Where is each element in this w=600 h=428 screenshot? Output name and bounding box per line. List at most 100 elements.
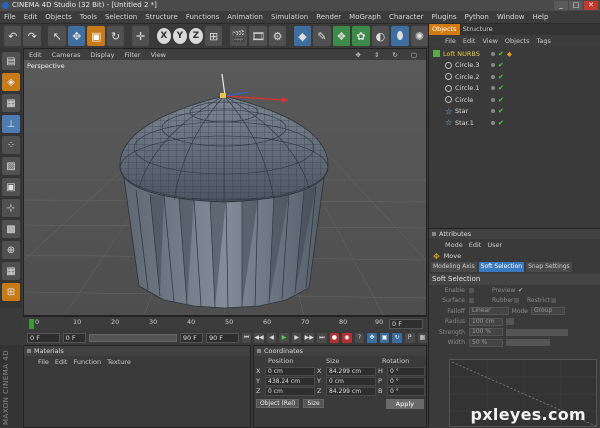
scale-key-icon[interactable]: ▣ bbox=[379, 333, 390, 343]
menu-selection[interactable]: Selection bbox=[101, 13, 141, 21]
zoom-icon[interactable]: ⇕ bbox=[369, 51, 384, 59]
next-frame-icon[interactable]: ▶ bbox=[291, 333, 302, 343]
size-x-field[interactable]: 84.299 cm bbox=[326, 366, 376, 376]
play-icon[interactable]: ▶ bbox=[279, 333, 289, 343]
viewport-menu-view[interactable]: View bbox=[146, 51, 171, 59]
tab-objects[interactable]: Objects bbox=[429, 24, 460, 35]
position-y-field[interactable]: 438.24 cm bbox=[265, 376, 315, 386]
tab-structure[interactable]: Structure bbox=[460, 24, 496, 35]
points-mode-icon[interactable]: ⁘ bbox=[2, 136, 20, 154]
cube-icon[interactable]: ◆ bbox=[293, 26, 312, 46]
visibility-dot[interactable] bbox=[491, 74, 495, 79]
position-key-icon[interactable]: ✥ bbox=[367, 333, 377, 343]
size-z-field[interactable]: 84.299 cm bbox=[326, 386, 376, 396]
size-y-field[interactable]: 0 cm bbox=[326, 376, 376, 386]
enabled-check[interactable]: ✔ bbox=[498, 96, 504, 104]
mode-select[interactable]: Group bbox=[531, 307, 565, 316]
polygons-mode-icon[interactable]: ▣ bbox=[2, 178, 20, 196]
edges-mode-icon[interactable]: ▨ bbox=[2, 157, 20, 175]
menu-tools[interactable]: Tools bbox=[76, 13, 101, 21]
tab-snap-settings[interactable]: Snap Settings bbox=[526, 262, 572, 272]
tweak-icon[interactable]: ▩ bbox=[2, 220, 20, 238]
viewport-menu-filter[interactable]: Filter bbox=[119, 51, 145, 59]
objects-menu-objects[interactable]: Objects bbox=[505, 37, 530, 45]
menu-plugins[interactable]: Plugins bbox=[428, 13, 461, 21]
start-frame-field[interactable]: 0 F bbox=[27, 333, 60, 343]
scale-icon[interactable]: ▣ bbox=[87, 26, 105, 46]
width-slider[interactable] bbox=[506, 339, 550, 347]
menu-edit[interactable]: Edit bbox=[20, 13, 42, 21]
materials-menu-texture[interactable]: Texture bbox=[107, 358, 131, 366]
apply-button[interactable]: Apply bbox=[385, 399, 424, 409]
rotation-key-icon[interactable]: ↻ bbox=[392, 333, 402, 343]
materials-menu-file[interactable]: File bbox=[38, 358, 49, 366]
model-mode-icon[interactable]: ◈ bbox=[2, 73, 20, 91]
undo-icon[interactable]: ↶ bbox=[4, 26, 22, 46]
rubber-checkbox[interactable] bbox=[514, 298, 519, 304]
object-row-loft-nurbs[interactable]: Loft NURBS ✔ ◆ bbox=[429, 48, 600, 60]
menu-animation[interactable]: Animation bbox=[223, 13, 267, 21]
spline-pen-icon[interactable]: ✎ bbox=[313, 26, 331, 46]
position-x-field[interactable]: 0 cm bbox=[265, 366, 315, 376]
object-row-circle-3[interactable]: Circle.3 ✔ bbox=[429, 60, 600, 72]
viewport-menu-edit[interactable]: Edit bbox=[24, 51, 47, 59]
current-frame-input[interactable]: 0 F bbox=[62, 333, 86, 343]
object-row-circle[interactable]: Circle ✔ bbox=[429, 94, 600, 106]
enabled-check[interactable]: ✔ bbox=[498, 119, 504, 127]
timeline-menu-icon[interactable]: ▦ bbox=[417, 333, 428, 343]
render-settings-icon[interactable]: ⚙ bbox=[268, 26, 287, 46]
strength-slider[interactable] bbox=[506, 328, 568, 336]
attributes-menu-edit[interactable]: Edit bbox=[469, 241, 482, 249]
live-selection-icon[interactable]: ↖ bbox=[48, 26, 66, 46]
tab-soft-selection[interactable]: Soft Selection bbox=[478, 262, 525, 272]
menu-file[interactable]: File bbox=[0, 13, 20, 21]
size-mode-select[interactable]: Size bbox=[303, 399, 324, 408]
materials-menu-function[interactable]: Function bbox=[73, 358, 101, 366]
objects-menu-tags[interactable]: Tags bbox=[536, 37, 550, 45]
rotation-p-field[interactable]: 0 ° bbox=[387, 376, 425, 386]
autokey-icon[interactable]: ◉ bbox=[342, 333, 352, 343]
attributes-menu-user[interactable]: User bbox=[487, 241, 502, 249]
z-axis-icon[interactable]: Z bbox=[188, 28, 203, 44]
menu-simulation[interactable]: Simulation bbox=[267, 13, 312, 21]
max-frame-field[interactable]: 90 F bbox=[205, 333, 239, 343]
menu-python[interactable]: Python bbox=[461, 13, 493, 21]
move-icon[interactable]: ✥ bbox=[67, 26, 86, 46]
viewport-menu-display[interactable]: Display bbox=[86, 51, 120, 59]
next-key-icon[interactable]: ▶▶ bbox=[304, 333, 314, 343]
pan-icon[interactable]: ✥ bbox=[350, 51, 365, 59]
scene-icon[interactable]: ⬮ bbox=[391, 26, 409, 46]
add-tool-icon[interactable]: ✛ bbox=[131, 26, 150, 46]
menu-render[interactable]: Render bbox=[312, 13, 345, 21]
record-icon[interactable]: ● bbox=[329, 333, 340, 343]
end-frame-field[interactable]: 90 F bbox=[179, 333, 203, 343]
object-row-circle-1[interactable]: Circle.1 ✔ bbox=[429, 83, 600, 95]
viewport[interactable]: Edit Cameras Display Filter View ✥ ⇕ ↻ ▢ bbox=[23, 48, 427, 316]
enable-checkbox[interactable] bbox=[469, 287, 474, 293]
rotate-icon[interactable]: ↻ bbox=[106, 26, 125, 46]
light-icon[interactable]: ✺ bbox=[410, 26, 429, 46]
menu-structure[interactable]: Structure bbox=[141, 13, 182, 21]
orbit-icon[interactable]: ↻ bbox=[387, 51, 402, 59]
redo-icon[interactable]: ↷ bbox=[23, 26, 41, 46]
snap-icon[interactable]: ⊕ bbox=[2, 241, 20, 259]
objects-menu-file[interactable]: File bbox=[445, 37, 456, 45]
texture-mode-icon[interactable]: ▦ bbox=[2, 94, 20, 112]
close-button[interactable]: ✕ bbox=[584, 1, 598, 10]
falloff-select[interactable]: Linear bbox=[469, 307, 509, 316]
objects-menu-view[interactable]: View bbox=[482, 37, 497, 45]
tab-modeling-axis[interactable]: Modeling Axis bbox=[431, 262, 477, 272]
visibility-dot[interactable] bbox=[491, 51, 495, 56]
object-row-circle-2[interactable]: Circle.2 ✔ bbox=[429, 71, 600, 83]
goto-end-icon[interactable]: ⏭ bbox=[317, 333, 327, 343]
phong-tag-icon[interactable]: ◆ bbox=[507, 50, 512, 58]
restrict-checkbox[interactable] bbox=[551, 298, 556, 304]
x-axis-icon[interactable]: X bbox=[156, 28, 171, 44]
menu-character[interactable]: Character bbox=[385, 13, 428, 21]
preview-checkbox[interactable]: ✔ bbox=[518, 287, 523, 294]
nurbs-icon[interactable]: ❖ bbox=[332, 26, 351, 46]
current-frame-field[interactable]: 0 F bbox=[389, 319, 423, 329]
enabled-check[interactable]: ✔ bbox=[498, 84, 504, 92]
make-editable-icon[interactable]: ▤ bbox=[2, 52, 20, 70]
prev-frame-icon[interactable]: ◀ bbox=[266, 333, 277, 343]
